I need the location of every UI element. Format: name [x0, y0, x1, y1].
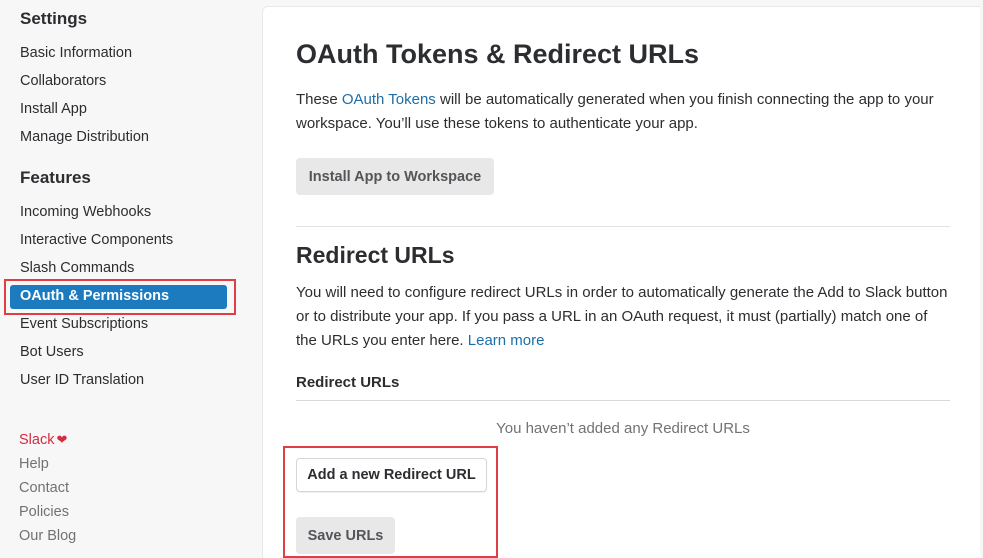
heart-icon: ❤ — [56, 432, 68, 447]
redirect-urls-description: You will need to configure redirect URLs… — [296, 281, 952, 353]
sidebar-item-basic-information[interactable]: Basic Information — [20, 45, 132, 61]
footer-slack-label: Slack — [19, 432, 55, 448]
page-title: OAuth Tokens & Redirect URLs — [296, 39, 700, 69]
redirect-desc-text: You will need to configure redirect URLs… — [296, 284, 948, 349]
section-divider — [296, 226, 950, 227]
features-section-title: Features — [20, 168, 91, 187]
sidebar-item-oauth-permissions[interactable]: OAuth & Permissions — [10, 285, 227, 309]
redirect-urls-subheading: Redirect URLs — [296, 374, 400, 391]
oauth-intro-text: These OAuth Tokens will be automatically… — [296, 88, 946, 136]
sidebar: Settings Basic Information Collaborators… — [0, 0, 262, 558]
sidebar-item-user-id-translation[interactable]: User ID Translation — [20, 372, 144, 388]
footer-blog-link[interactable]: Our Blog — [19, 528, 76, 544]
sidebar-item-interactive-components[interactable]: Interactive Components — [20, 232, 173, 248]
redirect-urls-divider — [296, 400, 950, 401]
sidebar-item-event-subscriptions[interactable]: Event Subscriptions — [20, 316, 148, 332]
footer-help-link[interactable]: Help — [19, 456, 49, 472]
learn-more-link[interactable]: Learn more — [468, 332, 545, 349]
footer-policies-link[interactable]: Policies — [19, 504, 69, 520]
sidebar-item-label: OAuth & Permissions — [20, 288, 170, 304]
settings-section-title: Settings — [20, 9, 88, 28]
sidebar-item-bot-users[interactable]: Bot Users — [20, 344, 84, 360]
sidebar-item-manage-distribution[interactable]: Manage Distribution — [20, 129, 149, 145]
redirect-urls-heading: Redirect URLs — [296, 242, 455, 268]
sidebar-item-collaborators[interactable]: Collaborators — [20, 73, 106, 89]
sidebar-item-incoming-webhooks[interactable]: Incoming Webhooks — [20, 204, 151, 220]
add-redirect-url-button[interactable]: Add a new Redirect URL — [296, 458, 487, 492]
sidebar-item-slash-commands[interactable]: Slash Commands — [20, 260, 134, 276]
footer-slack-link[interactable]: Slack ❤ — [19, 432, 67, 448]
footer-contact-link[interactable]: Contact — [19, 480, 69, 496]
empty-redirect-urls-message: You haven’t added any Redirect URLs — [496, 420, 750, 437]
oauth-tokens-link[interactable]: OAuth Tokens — [342, 91, 436, 108]
main-panel: OAuth Tokens & Redirect URLs These OAuth… — [262, 6, 980, 558]
intro-text-pre: These — [296, 91, 342, 108]
save-urls-button[interactable]: Save URLs — [296, 517, 395, 554]
install-app-button[interactable]: Install App to Workspace — [296, 158, 494, 195]
sidebar-item-install-app[interactable]: Install App — [20, 101, 87, 117]
